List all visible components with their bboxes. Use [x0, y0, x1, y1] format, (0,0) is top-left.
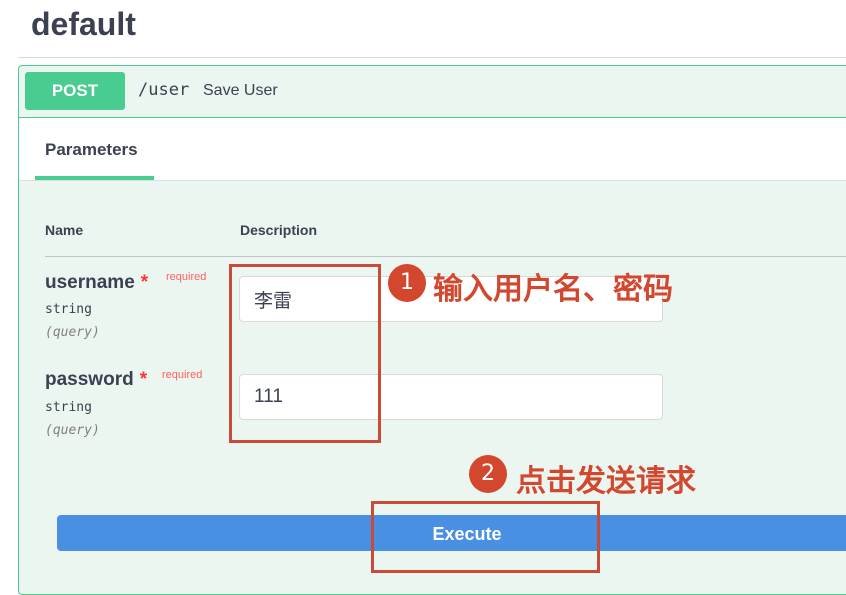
param-password-type: string	[45, 400, 92, 415]
annotation-badge-1: 1	[388, 264, 426, 302]
tab-parameters[interactable]: Parameters	[45, 140, 138, 160]
required-star: *	[139, 369, 148, 390]
annotation-badge-2: 2	[469, 455, 507, 493]
param-username-required: required	[166, 271, 207, 283]
param-password-name: password *	[45, 369, 147, 391]
tab-active-indicator	[35, 176, 154, 180]
operation-summary-text: Save User	[203, 82, 278, 99]
param-password-required: required	[162, 369, 203, 381]
param-username-type: string	[45, 302, 92, 317]
param-username-in: (query)	[45, 325, 100, 340]
annotation-box-inputs	[229, 264, 381, 443]
column-header-name: Name	[45, 222, 84, 238]
column-header-description: Description	[240, 222, 318, 238]
operation-summary[interactable]: POST /user Save User	[19, 66, 846, 118]
annotation-text-1: 输入用户名、密码	[433, 272, 673, 307]
operation-path: /user	[138, 80, 190, 100]
section-title[interactable]: default	[31, 6, 136, 43]
param-username-label: username	[45, 272, 135, 293]
column-header-divider	[45, 256, 846, 257]
annotation-text-2: 点击发送请求	[516, 464, 696, 499]
section-divider	[18, 57, 846, 58]
param-username-name: username *	[45, 272, 148, 294]
param-password-in: (query)	[45, 423, 100, 438]
method-badge: POST	[25, 72, 125, 110]
param-password-label: password	[45, 369, 134, 390]
annotation-box-execute	[371, 501, 600, 573]
required-star: *	[140, 272, 149, 293]
parameters-tab-header: Parameters	[19, 118, 846, 181]
